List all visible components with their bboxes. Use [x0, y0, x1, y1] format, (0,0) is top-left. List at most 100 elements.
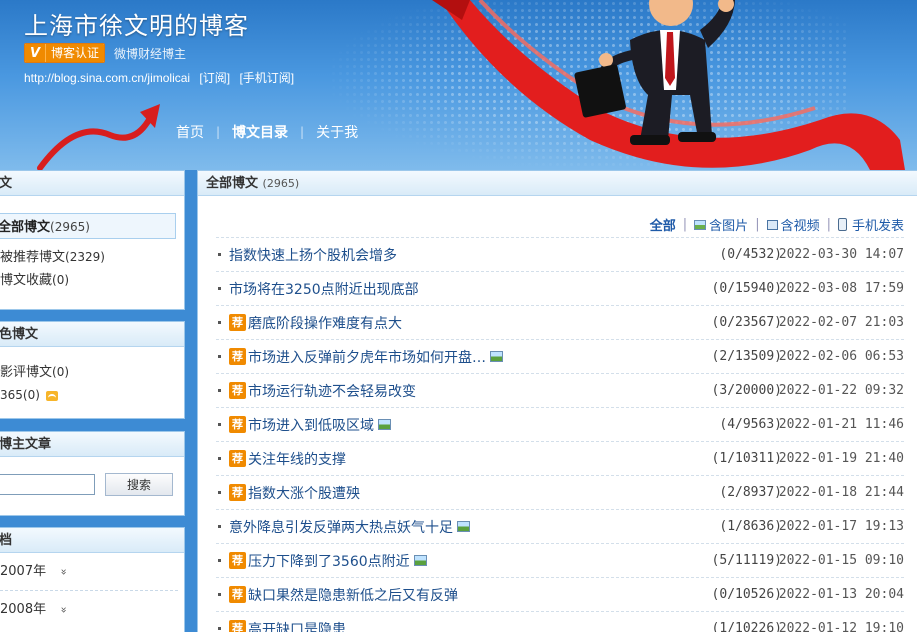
post-row: 指数快速上扬个股机会增多 (0/4532) 2022-03-30 14:07: [216, 237, 904, 271]
post-comments-views: (0/4532): [719, 247, 782, 262]
subscribe-link[interactable]: [订阅]: [199, 71, 230, 85]
film-review-link[interactable]: 影评博文(0): [0, 361, 184, 384]
recommended-tag-icon: 荐: [229, 382, 246, 399]
panel-title: 色博文: [0, 322, 184, 347]
special-item-link[interactable]: 365(0): [0, 384, 184, 407]
weibo-finance-label[interactable]: 微博财经博主: [114, 45, 186, 62]
all-posts-link[interactable]: 全部博文(2965): [0, 213, 176, 239]
recommended-tag-icon: 荐: [229, 552, 246, 569]
post-title-link[interactable]: 缺口果然是隐患新低之后又有反弹: [248, 585, 458, 605]
nav-post-directory[interactable]: 博文目录: [232, 122, 288, 142]
bullet: [218, 389, 221, 392]
post-date: 2022-01-13 20:04: [778, 587, 904, 602]
post-date: 2022-01-12 19:10: [778, 621, 904, 632]
blog-url[interactable]: http://blog.sina.com.cn/jimolicai: [24, 71, 190, 85]
nav-home[interactable]: 首页: [176, 122, 204, 142]
post-comments-views: (0/10526): [711, 587, 782, 602]
chevron-down-icon: »: [57, 606, 71, 614]
nav-about[interactable]: 关于我: [316, 122, 358, 142]
archive-year-2007[interactable]: 2007年 »: [0, 553, 178, 591]
post-comments-views: (0/23567): [711, 315, 782, 330]
rss-icon[interactable]: [45, 390, 58, 401]
search-box: 搜索: [0, 473, 184, 496]
post-title-link[interactable]: 市场进入反弹前夕虎年市场如何开盘…: [248, 347, 486, 367]
post-date: 2022-02-06 06:53: [778, 349, 904, 364]
post-date: 2022-02-07 21:03: [778, 315, 904, 330]
special-posts-panel: 色博文 影评博文(0) 365(0): [0, 321, 185, 419]
post-title-link[interactable]: 市场将在3250点附近出现底部: [229, 279, 419, 299]
post-filters: 全部 | 含图片 | 含视频 | 手机发表: [650, 215, 904, 234]
post-title-link[interactable]: 指数快速上扬个股机会增多: [229, 245, 397, 265]
post-title-link[interactable]: 市场进入到低吸区域: [248, 415, 374, 435]
post-title-link[interactable]: 压力下降到了3560点附近: [248, 551, 410, 571]
post-row: 荐磨底阶段操作难度有点大 (0/23567) 2022-02-07 21:03: [216, 305, 904, 339]
panel-title: 档: [0, 528, 184, 553]
bullet: [218, 423, 221, 426]
film-review-label: 影评博文: [0, 365, 53, 380]
post-title-link[interactable]: 市场运行轨迹不会轻易改变: [248, 381, 416, 401]
post-row: 荐指数大涨个股遭殃 (2/8937) 2022-01-18 21:44: [216, 475, 904, 509]
post-row: 荐关注年线的支撑 (1/10311) 2022-01-19 21:40: [216, 441, 904, 475]
nav-separator: |: [300, 125, 305, 139]
filter-with-video-label: 含视频: [780, 219, 820, 234]
filter-with-pictures[interactable]: 含图片: [694, 215, 748, 234]
favorites-link[interactable]: 博文收藏(0): [0, 269, 184, 292]
post-comments-views: (1/8636): [719, 519, 782, 534]
post-date: 2022-01-17 19:13: [778, 519, 904, 534]
post-date: 2022-03-08 17:59: [778, 281, 904, 296]
recommended-posts-link[interactable]: 被推荐博文(2329): [0, 246, 184, 269]
filter-with-video[interactable]: 含视频: [766, 215, 820, 234]
picture-icon: [490, 351, 503, 362]
bullet: [218, 253, 221, 256]
post-title-link[interactable]: 意外降息引发反弹两大热点妖气十足: [229, 517, 453, 537]
post-date: 2022-01-22 09:32: [778, 383, 904, 398]
mobile-subscribe-link[interactable]: [手机订阅]: [239, 71, 294, 85]
post-row: 意外降息引发反弹两大热点妖气十足 (1/8636) 2022-01-17 19:13: [216, 509, 904, 543]
post-row: 荐市场进入到低吸区域 (4/9563) 2022-01-21 11:46: [216, 407, 904, 441]
post-title-link[interactable]: 磨底阶段操作难度有点大: [248, 313, 402, 333]
verify-label: 博客认证: [45, 44, 105, 62]
post-comments-views: (0/15940): [711, 281, 782, 296]
verified-v-icon: V: [25, 44, 45, 62]
filter-all[interactable]: 全部: [650, 215, 676, 234]
nav-separator: |: [216, 125, 221, 139]
post-date: 2022-01-19 21:40: [778, 451, 904, 466]
post-title-link[interactable]: 指数大涨个股遭殃: [248, 483, 360, 503]
post-list: 指数快速上扬个股机会增多 (0/4532) 2022-03-30 14:07 市场将在…: [216, 237, 904, 632]
recommended-tag-icon: 荐: [229, 620, 246, 632]
bullet: [218, 627, 221, 630]
mobile-phone-icon: [837, 218, 847, 231]
filter-mobile[interactable]: 手机发表: [837, 215, 904, 234]
post-date: 2022-01-21 11:46: [778, 417, 904, 432]
search-input[interactable]: [0, 474, 95, 495]
video-icon: [766, 219, 778, 230]
bullet: [218, 525, 221, 528]
post-title-link[interactable]: 关注年线的支撑: [248, 449, 346, 469]
favorites-count: (0): [52, 273, 70, 287]
search-button[interactable]: 搜索: [105, 473, 173, 496]
header-banner: 上海市徐文明的博客 V 博客认证 微博财经博主 http://blog.sina…: [0, 0, 917, 170]
post-comments-views: (4/9563): [719, 417, 782, 432]
archive-panel: 档 2007年 » 2008年 »: [0, 527, 185, 632]
filter-separator: |: [682, 217, 688, 232]
verify-badge[interactable]: V 博客认证: [24, 43, 106, 63]
post-date: 2022-01-18 21:44: [778, 485, 904, 500]
post-date: 2022-03-30 14:07: [778, 247, 904, 262]
all-posts-panel: 全部博文 (2965) 全部 | 含图片 | 含视频 | 手机发表 指数快速上扬…: [197, 170, 917, 632]
bullet: [218, 559, 221, 562]
post-comments-views: (1/10226): [711, 621, 782, 632]
recommended-tag-icon: 荐: [229, 450, 246, 467]
post-title-link[interactable]: 高开缺口是隐患: [248, 619, 346, 632]
blog-url-row: http://blog.sina.com.cn/jimolicai [订阅] […: [24, 69, 300, 86]
favorites-label: 博文收藏: [0, 273, 53, 288]
special-item-label: 365: [0, 388, 23, 402]
post-row: 市场将在3250点附近出现底部 (0/15940) 2022-03-08 17:59: [216, 271, 904, 305]
archive-year-label: 2007年: [0, 564, 47, 579]
picture-icon: [413, 555, 427, 566]
archive-year-2008[interactable]: 2008年 »: [0, 591, 184, 629]
recommended-tag-icon: 荐: [229, 314, 246, 331]
post-row: 荐高开缺口是隐患 (1/10226) 2022-01-12 19:10: [216, 611, 904, 632]
post-comments-views: (2/13509): [711, 349, 782, 364]
bullet: [218, 593, 221, 596]
chevron-down-icon: »: [57, 568, 71, 576]
